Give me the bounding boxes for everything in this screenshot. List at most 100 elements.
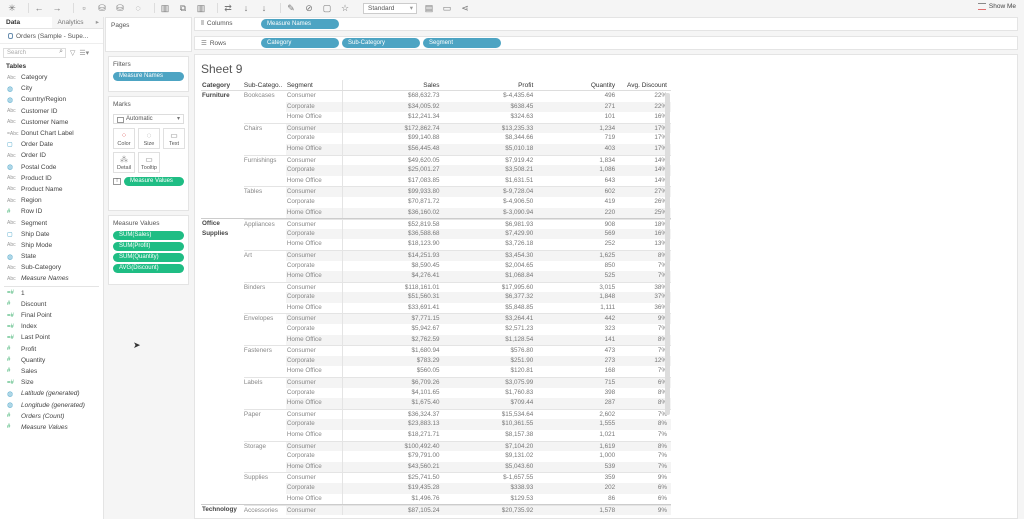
header-avg-discount[interactable]: Avg. Discount (619, 80, 671, 90)
category-cell[interactable] (201, 366, 244, 377)
pin-icon[interactable]: ☆ (339, 2, 351, 14)
segment-cell[interactable]: Home Office (286, 493, 343, 505)
category-cell[interactable] (201, 472, 244, 483)
dimension-field[interactable]: Abc Product ID (0, 173, 103, 184)
segment-cell[interactable]: Consumer (285, 281, 343, 293)
category-cell[interactable] (201, 356, 244, 367)
sub-category-cell[interactable]: Furnishings (243, 154, 286, 166)
header-segment[interactable]: Segment (286, 80, 343, 90)
measure-field[interactable]: =# Size (0, 377, 103, 388)
refresh-icon[interactable]: ◌ (132, 2, 144, 14)
segment-cell[interactable]: Home Office (286, 302, 343, 314)
category-cell[interactable] (201, 494, 244, 505)
marks-pill-measure-values[interactable]: Measure Values (124, 177, 184, 186)
category-cell[interactable] (201, 155, 244, 166)
sub-category-cell[interactable] (244, 335, 286, 346)
dimension-field[interactable]: Abc Category (0, 72, 103, 83)
category-cell[interactable] (201, 409, 244, 420)
segment-cell[interactable]: Corporate (285, 165, 343, 176)
measure-value-pill[interactable]: SUM(Sales) (113, 231, 184, 240)
category-cell[interactable] (201, 123, 244, 134)
duplicate-icon[interactable]: ⧉ (177, 2, 189, 14)
segment-cell[interactable]: Home Office (285, 334, 343, 346)
labels-icon[interactable]: ▢ (321, 2, 333, 14)
category-cell[interactable] (201, 303, 244, 314)
sub-category-cell[interactable] (244, 176, 286, 187)
dimension-field[interactable]: Abc Ship Mode (0, 240, 103, 251)
sub-category-cell[interactable] (244, 430, 286, 441)
dimension-field[interactable]: ◍ State (0, 251, 103, 262)
sub-category-cell[interactable]: Labels (243, 377, 286, 388)
swap-icon[interactable]: ⇄ (222, 2, 234, 14)
segment-cell[interactable]: Home Office (286, 366, 343, 378)
dimension-field[interactable]: ▢ Order Date (0, 139, 103, 150)
sub-category-cell[interactable] (244, 133, 286, 144)
sub-category-cell[interactable] (244, 102, 286, 113)
sub-category-cell[interactable]: Paper (243, 408, 286, 420)
sub-category-cell[interactable]: Chairs (243, 122, 286, 134)
segment-cell[interactable]: Consumer (285, 505, 343, 515)
segment-cell[interactable]: Consumer (285, 219, 343, 229)
sub-category-cell[interactable] (244, 292, 286, 303)
measure-field[interactable]: ◍ Longitude (generated) (0, 399, 103, 410)
sub-category-cell[interactable]: Storage (243, 440, 286, 452)
tooltip-mark-button[interactable]: ▭ Tooltip (138, 152, 160, 173)
dimension-field[interactable]: # Row ID (0, 206, 103, 217)
sort-ascending-icon[interactable]: ↓ (240, 2, 252, 14)
undo-icon[interactable]: ← (33, 2, 45, 14)
measure-value-pill[interactable]: SUM(Quantity) (113, 253, 184, 262)
sub-category-cell[interactable] (244, 229, 286, 240)
sub-category-cell[interactable] (244, 165, 286, 176)
columns-pill-measure-names[interactable]: Measure Names (261, 19, 339, 29)
sub-category-cell[interactable]: Accessories (243, 505, 286, 515)
category-cell[interactable] (201, 144, 244, 155)
category-cell[interactable] (201, 239, 244, 250)
sub-category-cell[interactable] (244, 398, 286, 409)
category-cell[interactable] (201, 186, 244, 197)
segment-cell[interactable]: Consumer (285, 249, 343, 261)
rows-shelf[interactable]: ☰ Rows Category Sub-Category Segment (194, 36, 1018, 50)
category-cell[interactable] (201, 451, 244, 462)
category-cell[interactable] (201, 197, 244, 208)
sub-category-cell[interactable] (244, 483, 286, 494)
segment-cell[interactable]: Consumer (285, 122, 343, 134)
pause-update-icon[interactable]: ⛁ (114, 2, 126, 14)
category-cell[interactable] (201, 133, 244, 144)
dimension-field[interactable]: ◍ Country/Region (0, 94, 103, 105)
tab-data[interactable]: Data (0, 17, 52, 28)
measure-field[interactable]: # Quantity (0, 355, 103, 366)
save-icon[interactable]: ▫ (78, 2, 90, 14)
sub-category-cell[interactable] (244, 388, 286, 399)
segment-cell[interactable]: Corporate (286, 196, 343, 208)
segment-cell[interactable]: Home Office (286, 175, 343, 187)
sub-category-cell[interactable] (244, 261, 286, 272)
sub-category-cell[interactable]: Bookcases (244, 91, 286, 102)
category-cell[interactable] (201, 441, 244, 452)
measure-field[interactable]: # Orders (Count) (0, 411, 103, 422)
dimension-field[interactable]: Abc Region (0, 195, 103, 206)
vertical-scrollbar[interactable] (665, 93, 670, 415)
segment-cell[interactable]: Home Office (285, 207, 343, 219)
header-sales[interactable]: Sales (343, 80, 444, 90)
category-cell[interactable] (201, 229, 244, 240)
segment-cell[interactable]: Consumer (285, 377, 343, 388)
datasource-item[interactable]: Orders (Sample - Supe... (0, 29, 103, 44)
sub-category-cell[interactable] (244, 462, 286, 473)
category-cell[interactable] (201, 261, 244, 272)
category-cell[interactable] (201, 313, 244, 324)
segment-cell[interactable]: Corporate (285, 101, 343, 113)
dimension-field[interactable]: Abc Order ID (0, 150, 103, 161)
header-profit[interactable]: Profit (443, 80, 537, 90)
sub-category-cell[interactable] (244, 366, 286, 377)
category-cell[interactable]: Technology (201, 505, 244, 515)
sub-category-cell[interactable] (244, 271, 286, 282)
measure-field[interactable]: =# Last Point (0, 332, 103, 343)
rows-pill-segment[interactable]: Segment (423, 38, 501, 48)
color-mark-button[interactable]: ⁘ Color (113, 128, 135, 149)
category-cell[interactable] (201, 282, 244, 293)
measure-field[interactable]: =# 1 (0, 288, 103, 299)
category-cell[interactable] (201, 112, 244, 123)
segment-cell[interactable]: Consumer (285, 313, 343, 325)
category-cell[interactable] (201, 176, 244, 187)
share-icon[interactable]: ⋖ (459, 2, 471, 14)
